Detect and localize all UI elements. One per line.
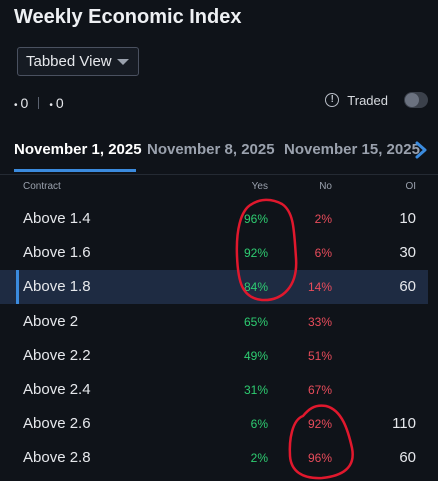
column-no: No (319, 181, 332, 192)
table-row[interactable]: Above 1.6 92% 6% 30 (0, 236, 428, 270)
selected-row-indicator (16, 270, 19, 304)
tab-november-1[interactable]: November 1, 2025 (14, 141, 142, 158)
divider (38, 97, 40, 109)
yes-price[interactable]: 6% (251, 417, 268, 431)
contract-label: Above 1.8 (23, 278, 91, 295)
column-contract: Contract (23, 181, 61, 192)
open-interest: 10 (399, 210, 416, 227)
contract-label: Above 2.6 (23, 415, 91, 432)
tabs-divider (0, 174, 438, 175)
contract-label: Above 2.2 (23, 347, 91, 364)
active-tab-indicator (14, 169, 136, 172)
contract-label: Above 2 (23, 313, 79, 330)
open-interest: 30 (399, 244, 416, 261)
table-row[interactable]: Above 2.8 2% 96% 60 (0, 441, 428, 475)
open-interest: 110 (392, 415, 416, 432)
tab-november-8[interactable]: November 8, 2025 (147, 141, 275, 158)
column-yes: Yes (251, 181, 268, 192)
count-left: • 0 (14, 95, 29, 111)
no-price[interactable]: 51% (308, 349, 332, 363)
traded-label: Traded (347, 92, 388, 108)
tab-november-15[interactable]: November 15, 2025 (284, 141, 420, 158)
count-right: • 0 (49, 95, 64, 111)
contract-label: Above 1.4 (23, 210, 91, 227)
no-price[interactable]: 6% (315, 246, 332, 260)
no-price[interactable]: 14% (308, 280, 332, 294)
table-header: Contract Yes No OI (0, 180, 438, 194)
no-price[interactable]: 67% (308, 383, 332, 397)
table-row[interactable]: Above 1.4 96% 2% 10 (0, 202, 428, 236)
open-interest: 60 (399, 449, 416, 466)
table-row[interactable]: Above 2 65% 33% (0, 305, 428, 339)
contract-label: Above 1.6 (23, 244, 91, 261)
table-row[interactable]: Above 2.2 49% 51% (0, 339, 428, 373)
yes-price[interactable]: 65% (244, 315, 268, 329)
yes-price[interactable]: 2% (251, 451, 268, 465)
traded-toggle[interactable] (404, 92, 428, 108)
chevron-down-icon (117, 59, 129, 65)
contract-label: Above 2.8 (23, 449, 91, 466)
info-icon[interactable]: ! (325, 93, 340, 107)
counts: • 0 • 0 (14, 95, 64, 111)
no-price[interactable]: 96% (308, 451, 332, 465)
contract-label: Above 2.4 (23, 381, 91, 398)
view-select-value: Tabbed View (26, 53, 112, 70)
no-price[interactable]: 2% (315, 212, 332, 226)
table-row[interactable]: Above 2.6 6% 92% 110 (0, 407, 428, 441)
yes-price[interactable]: 84% (244, 280, 268, 294)
table-row-selected[interactable]: Above 1.8 84% 14% 60 (0, 270, 428, 304)
yes-price[interactable]: 92% (244, 246, 268, 260)
yes-price[interactable]: 31% (244, 383, 268, 397)
column-oi: OI (405, 181, 416, 192)
date-tabs: November 1, 2025 November 8, 2025 Novemb… (0, 137, 438, 173)
page-title: Weekly Economic Index (14, 6, 242, 28)
yes-price[interactable]: 96% (244, 212, 268, 226)
view-select[interactable]: Tabbed View (17, 47, 139, 76)
no-price[interactable]: 33% (308, 315, 332, 329)
chevron-right-icon[interactable] (414, 141, 428, 159)
no-price[interactable]: 92% (308, 417, 332, 431)
table-row[interactable]: Above 2.4 31% 67% (0, 373, 428, 407)
open-interest: 60 (399, 278, 416, 295)
yes-price[interactable]: 49% (244, 349, 268, 363)
traded-filter: ! Traded (325, 92, 428, 108)
